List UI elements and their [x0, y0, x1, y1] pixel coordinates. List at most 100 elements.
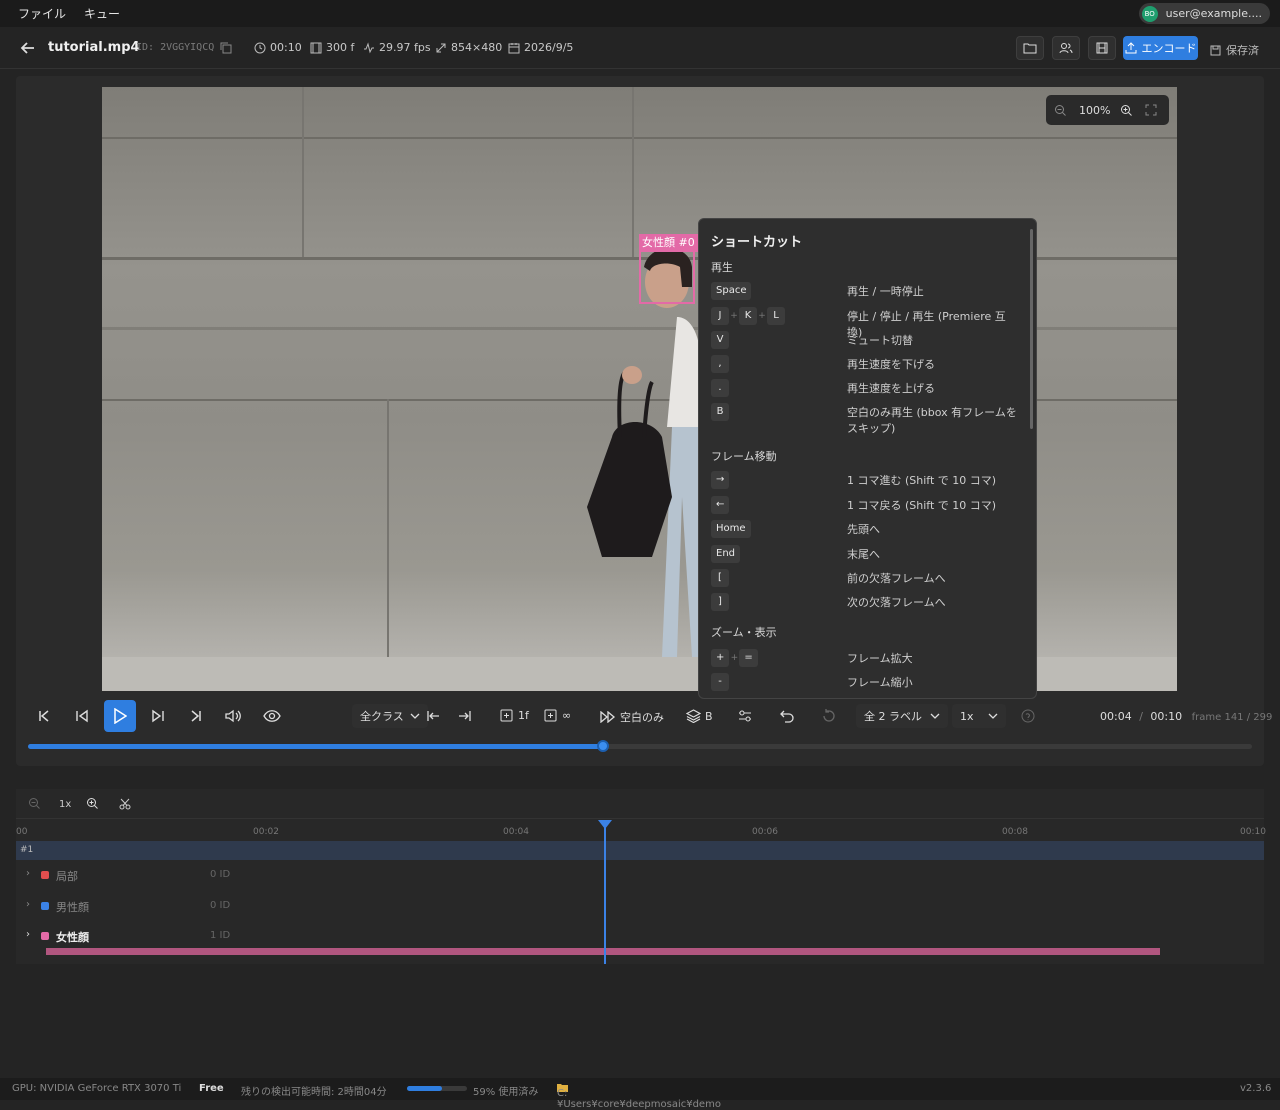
filter-button[interactable]	[729, 700, 761, 732]
resolution-meta: 854×480	[435, 41, 502, 54]
user-email: user@example....	[1165, 7, 1262, 20]
track-row[interactable]: › 女性顔 1 ID	[16, 922, 1264, 951]
copy-icon[interactable]	[219, 41, 232, 54]
layers-button[interactable]: B	[686, 709, 713, 723]
saved-label: 保存済	[1226, 44, 1259, 57]
film-view-button[interactable]	[1088, 36, 1116, 60]
play-button[interactable]	[104, 700, 136, 732]
track-count: 1 ID	[210, 930, 231, 941]
ruler-tick: 00	[16, 827, 28, 837]
chevron-right-icon[interactable]: ›	[26, 899, 30, 910]
timeline-ruler[interactable]: 00 00:02 00:04 00:06 00:08 00:10	[16, 819, 1266, 841]
track-row[interactable]: › 男性顔 0 ID	[16, 892, 1264, 921]
fast-forward-icon	[600, 711, 616, 723]
menu-file[interactable]: ファイル	[18, 5, 66, 22]
speed-select-value: 1x	[960, 709, 974, 723]
shortcut-section-label: 再生	[711, 261, 733, 274]
volume-icon	[225, 709, 241, 723]
reset-button[interactable]	[813, 700, 845, 732]
labels-select[interactable]: 全 2 ラベル	[856, 704, 948, 728]
undo-button[interactable]	[771, 700, 803, 732]
users-button[interactable]	[1052, 36, 1080, 60]
chevron-down-icon	[930, 713, 940, 719]
track-name: 女性顔	[56, 931, 89, 944]
prev-frame-button[interactable]	[66, 700, 98, 732]
zoom-out-icon[interactable]	[1054, 104, 1067, 117]
skip-start-button[interactable]	[28, 700, 60, 732]
back-arrow-icon[interactable]	[18, 38, 38, 58]
shortcuts-title: ショートカット	[711, 235, 803, 250]
shortcut-row: Home 先頭へ	[711, 520, 1021, 540]
shortcut-desc: 1 コマ戻る (Shift で 10 コマ)	[847, 499, 997, 512]
shortcuts-scrollbar[interactable]	[1030, 229, 1033, 429]
track-color-swatch	[41, 871, 49, 879]
menu-queue[interactable]: キュー	[84, 5, 120, 22]
playhead-handle[interactable]	[598, 820, 612, 829]
shortcut-key: Space	[711, 282, 752, 300]
add-1f-button[interactable]: 1f	[500, 709, 529, 722]
zoom-in-icon[interactable]	[1120, 104, 1133, 117]
frames-value: 300 f	[326, 41, 355, 54]
shortcut-row: B 空白のみ再生 (bbox 有フレームをスキップ)	[711, 403, 1021, 435]
chevron-right-icon[interactable]: ›	[26, 929, 30, 940]
path-info[interactable]: C:¥Users¥core¥deepmosaic¥demo	[557, 1083, 721, 1110]
class-select-value: 全クラス	[360, 710, 404, 723]
avatar: BO	[1141, 5, 1158, 22]
shortcut-desc: 空白のみ再生 (bbox 有フレームをスキップ)	[847, 406, 1017, 435]
add-inf-button[interactable]: ∞	[544, 709, 571, 722]
shortcut-key: V	[711, 331, 729, 349]
next-frame-button[interactable]	[142, 700, 174, 732]
fullscreen-icon[interactable]	[1145, 104, 1157, 116]
play-icon	[114, 708, 127, 724]
user-badge[interactable]: BO user@example....	[1138, 3, 1270, 24]
plus-square-icon	[500, 709, 513, 722]
shortcut-desc: 再生 / 一時停止	[847, 285, 924, 298]
shortcut-key: .	[711, 379, 729, 397]
status-bar: GPU: NVIDIA GeForce RTX 3070 Ti Free 残りの…	[0, 1078, 1280, 1110]
skip-start-icon	[39, 710, 49, 722]
zoom-out-icon[interactable]	[28, 797, 41, 810]
volume-button[interactable]	[218, 700, 250, 732]
skip-end-button[interactable]	[180, 700, 212, 732]
layers-icon	[686, 709, 701, 723]
film-icon	[310, 42, 322, 53]
mark-out-button[interactable]	[449, 700, 481, 732]
shortcut-row: V ミュート切替	[711, 331, 1021, 351]
shortcut-desc: フレーム拡大	[847, 652, 913, 665]
header: tutorial.mp4 ID: 2VGGYIQCQ 00:10 300 f 2…	[0, 27, 1280, 69]
encode-button[interactable]: エンコード	[1123, 36, 1198, 60]
shortcut-row: J + K + L 停止 / 停止 / 再生 (Premiere 互換)	[711, 307, 1021, 339]
track-id-row[interactable]: #1	[16, 841, 1264, 860]
player-controls: 全クラス 1f ∞ 空白のみ B 全 2 ラベル 1x	[26, 700, 1256, 732]
zoom-in-icon[interactable]	[86, 797, 99, 810]
visibility-button[interactable]	[256, 700, 288, 732]
shortcut-key: →	[711, 471, 730, 489]
shortcut-key: -	[711, 673, 729, 691]
open-folder-button[interactable]	[1016, 36, 1044, 60]
chevron-right-icon[interactable]: ›	[26, 868, 30, 879]
shortcut-row: , 再生速度を下げる	[711, 355, 1021, 375]
shortcut-key: ←	[711, 496, 730, 514]
shortcut-key: [	[711, 569, 729, 587]
track-segment[interactable]	[46, 948, 1160, 955]
id-label: ID:	[136, 42, 155, 53]
scissors-icon[interactable]	[119, 798, 131, 810]
track-count: 0 ID	[210, 900, 231, 911]
help-button[interactable]	[1012, 700, 1044, 732]
activity-icon	[364, 41, 374, 53]
ruler-tick: 00:06	[752, 827, 778, 837]
wall-seam	[387, 399, 389, 659]
shortcut-desc: 先頭へ	[847, 523, 880, 536]
skip-end-icon	[191, 710, 201, 722]
track-row[interactable]: › 局部 0 ID	[16, 861, 1264, 890]
seek-bar[interactable]	[28, 740, 1252, 752]
shortcut-desc: フレーム縮小	[847, 676, 913, 689]
ruler-tick: 00:02	[253, 827, 279, 837]
blank-only-button[interactable]: 空白のみ	[600, 709, 664, 725]
shortcut-key: Home	[711, 520, 751, 538]
mark-in-button[interactable]	[417, 700, 449, 732]
timeline-playhead[interactable]	[604, 820, 606, 964]
speed-select[interactable]: 1x	[952, 704, 1006, 728]
layers-label: B	[705, 709, 713, 723]
eye-icon	[263, 710, 281, 722]
